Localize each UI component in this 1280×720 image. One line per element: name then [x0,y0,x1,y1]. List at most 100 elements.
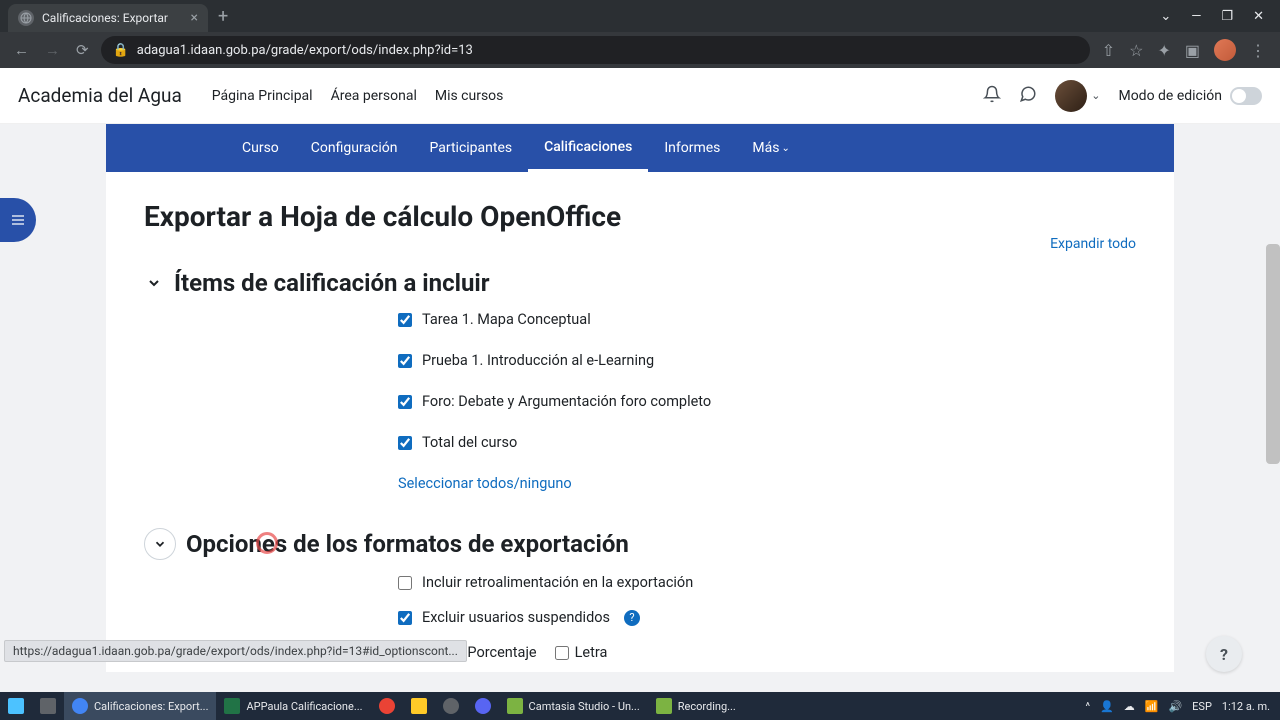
section-options-head[interactable]: Opciones de los formatos de exportación [144,528,1136,560]
back-icon[interactable]: ← [14,41,29,59]
start-button[interactable] [0,692,32,720]
tray-wifi-icon[interactable]: 📶 [1145,700,1159,713]
check-label: Incluir retroalimentación en la exportac… [422,574,693,591]
system-tray[interactable]: ^ 👤 ☁ 📶 🔊 ESP 1:12 a. m. [1085,700,1280,713]
window-controls: ⌄ ― ❐ ✕ [1160,9,1280,24]
chevron-down-icon: ⌄ [781,143,789,154]
address-bar: ← → ⟳ 🔒 adagua1.idaan.gob.pa/grade/expor… [0,32,1280,68]
profile-avatar[interactable] [1214,39,1236,61]
taskbar-excel[interactable]: APPaula Calificacione... [216,692,370,720]
tray-volume-icon[interactable]: 🔊 [1168,700,1182,713]
windows-icon [8,698,24,714]
grade-items-list: Tarea 1. Mapa Conceptual Prueba 1. Intro… [144,311,1136,492]
check-row: Tarea 1. Mapa Conceptual [398,311,1136,328]
drawer-toggle[interactable] [0,198,36,242]
tab-configuracion[interactable]: Configuración [295,124,414,172]
globe-icon [18,10,34,26]
star-icon[interactable]: ☆ [1129,41,1143,60]
tray-onedrive-icon[interactable]: ☁ [1124,700,1135,713]
folder-icon [411,698,427,714]
camtasia-icon [507,698,523,714]
bell-icon[interactable] [983,85,1001,107]
course-nav: Curso Configuración Participantes Califi… [106,124,1174,172]
taskbar-app[interactable] [371,692,403,720]
taskbar-camtasia[interactable]: Camtasia Studio - Un... [499,692,648,720]
taskbar-recording[interactable]: Recording... [648,692,744,720]
taskbar-app2[interactable] [435,692,467,720]
check-row: Excluir usuarios suspendidos ? [398,609,1136,626]
minimize-icon[interactable]: ― [1191,9,1201,24]
checkbox-tarea1[interactable] [398,313,412,327]
display-type-row: al Porcentaje Letra [398,644,1136,661]
taskbar-explorer[interactable] [403,692,435,720]
chat-icon[interactable] [1019,85,1037,107]
forward-icon[interactable]: → [45,41,60,59]
chevron-down-icon[interactable] [144,528,176,560]
help-fab[interactable]: ? [1206,636,1242,672]
chevron-down-icon: ⌄ [1091,89,1100,102]
site-title[interactable]: Academia del Agua [18,84,182,107]
url-text: adagua1.idaan.gob.pa/grade/export/ods/in… [137,43,473,58]
browser-tab[interactable]: Calificaciones: Exportar × [8,4,208,32]
extensions-icon[interactable]: ✦ [1157,41,1170,60]
checkbox-feedback[interactable] [398,576,412,590]
panel-icon[interactable]: ▣ [1185,41,1200,60]
tab-participantes[interactable]: Participantes [414,124,529,172]
tray-time[interactable]: 1:12 a. m. [1222,700,1270,713]
task-view[interactable] [32,692,64,720]
check-row: Total del curso [398,434,1136,451]
select-all-link[interactable]: Seleccionar todos/ninguno [398,475,572,492]
edit-mode-toggle[interactable] [1230,87,1262,105]
nav-mycourses[interactable]: Mis cursos [435,88,504,104]
app-icon [379,698,395,714]
maximize-icon[interactable]: ❐ [1221,9,1233,24]
checkbox-prueba1[interactable] [398,354,412,368]
lock-icon: 🔒 [113,43,129,58]
taskbar-chrome[interactable]: Calificaciones: Export... [64,692,216,720]
taskbar-discord[interactable] [467,692,499,720]
nav-personal[interactable]: Área personal [331,88,417,104]
check-row: Foro: Debate y Argumentación foro comple… [398,393,1136,410]
close-icon[interactable]: × [191,10,198,26]
tab-title: Calificaciones: Exportar [42,11,168,25]
browser-chrome: Calificaciones: Exportar × + ⌄ ― ❐ ✕ ← →… [0,0,1280,68]
tab-bar: Calificaciones: Exportar × + ⌄ ― ❐ ✕ [0,0,1280,32]
page-title: Exportar a Hoja de cálculo OpenOffice [144,200,1136,233]
help-icon[interactable]: ? [624,610,640,626]
section-items-title: Ítems de calificación a incluir [174,269,490,297]
edit-mode: Modo de edición [1118,87,1262,105]
checkbox-total[interactable] [398,436,412,450]
caret-down-icon[interactable]: ⌄ [1160,9,1171,24]
user-menu[interactable]: ⌄ [1055,80,1100,112]
user-avatar [1055,80,1087,112]
nav-home[interactable]: Página Principal [212,88,313,104]
check-label: Prueba 1. Introducción al e-Learning [422,352,654,369]
new-tab-button[interactable]: + [208,6,238,27]
checkbox-letter[interactable] [555,646,569,660]
menu-icon[interactable]: ⋮ [1250,41,1266,60]
page: Academia del Agua Página Principal Área … [0,68,1280,692]
discord-icon [475,698,491,714]
tray-people-icon[interactable]: 👤 [1100,700,1114,713]
close-window-icon[interactable]: ✕ [1253,9,1264,24]
expand-all-link[interactable]: Expandir todo [1050,236,1136,252]
check-label: Foro: Debate y Argumentación foro comple… [422,393,711,410]
content-wrap: Curso Configuración Participantes Califi… [0,124,1280,692]
topbar-right: ⌄ Modo de edición [983,80,1262,112]
select-all-row: Seleccionar todos/ninguno [398,475,1136,492]
reload-icon[interactable]: ⟳ [76,41,89,59]
checkbox-exclude-suspended[interactable] [398,611,412,625]
tab-informes[interactable]: Informes [648,124,736,172]
checkbox-foro[interactable] [398,395,412,409]
chevron-down-icon[interactable] [144,273,164,293]
scrollbar-thumb[interactable] [1266,244,1280,464]
section-items-head[interactable]: Ítems de calificación a incluir [144,269,1136,297]
tab-mas[interactable]: Más ⌄ [736,124,805,172]
tab-calificaciones[interactable]: Calificaciones [528,124,648,172]
tray-lang[interactable]: ESP [1192,700,1212,713]
tab-curso[interactable]: Curso [226,124,295,172]
url-field[interactable]: 🔒 adagua1.idaan.gob.pa/grade/export/ods/… [101,36,1090,64]
tray-chevron-icon[interactable]: ^ [1085,700,1090,713]
share-icon[interactable]: ⇧ [1102,41,1115,60]
check-label: Excluir usuarios suspendidos [422,609,610,626]
